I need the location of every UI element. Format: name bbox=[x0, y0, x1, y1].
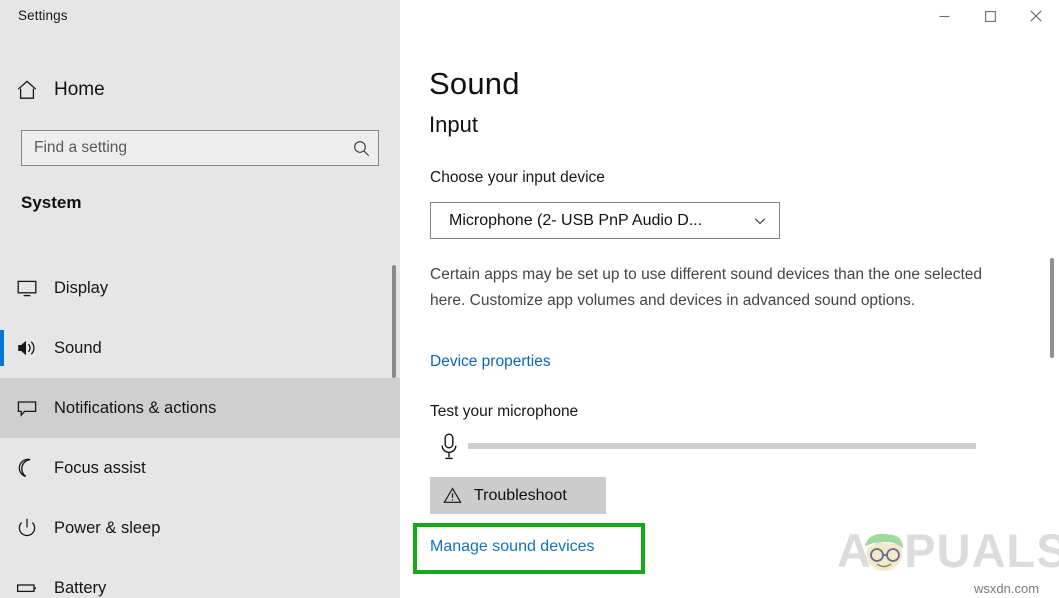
titlebar-buttons bbox=[921, 0, 1059, 32]
sidebar-item-home[interactable]: Home bbox=[0, 70, 400, 110]
close-icon[interactable] bbox=[1013, 0, 1059, 32]
search-input[interactable] bbox=[22, 139, 344, 157]
selection-accent-bar bbox=[0, 450, 4, 486]
sidebar-item-display[interactable]: Display bbox=[0, 258, 400, 318]
manage-sound-devices-link[interactable]: Manage sound devices bbox=[430, 538, 595, 556]
sidebar: Settings Home System bbox=[0, 0, 400, 598]
selection-accent-bar bbox=[0, 510, 4, 546]
selection-accent-bar bbox=[0, 270, 4, 306]
sidebar-item-focus-assist-label: Focus assist bbox=[54, 459, 146, 478]
settings-window: Settings Home System bbox=[0, 0, 1059, 598]
page-title: Sound bbox=[429, 66, 520, 102]
sidebar-item-focus-assist[interactable]: Focus assist bbox=[0, 438, 400, 498]
app-title: Settings bbox=[18, 8, 68, 23]
input-device-description: Certain apps may be set up to use differ… bbox=[430, 262, 992, 314]
sidebar-nav-list: Display Sound bbox=[0, 258, 400, 598]
sidebar-item-notifications-and-actions[interactable]: Notifications & actions bbox=[0, 378, 400, 438]
selection-accent-bar bbox=[0, 330, 4, 366]
selection-accent-bar bbox=[0, 390, 4, 426]
sidebar-item-power-and-sleep[interactable]: Power & sleep bbox=[0, 498, 400, 558]
sidebar-item-sound[interactable]: Sound bbox=[0, 318, 400, 378]
monitor-icon bbox=[0, 276, 54, 300]
sidebar-item-notifications-and-actions-label: Notifications & actions bbox=[54, 399, 216, 418]
sidebar-item-display-label: Display bbox=[54, 279, 108, 298]
sidebar-item-sound-label: Sound bbox=[54, 339, 102, 358]
search-box[interactable] bbox=[21, 130, 379, 166]
input-device-label: Choose your input device bbox=[430, 169, 605, 187]
sidebar-item-battery[interactable]: Battery bbox=[0, 558, 400, 598]
sidebar-item-power-and-sleep-label: Power & sleep bbox=[54, 519, 160, 538]
battery-icon bbox=[0, 576, 54, 598]
sidebar-item-home-label: Home bbox=[54, 79, 105, 101]
input-device-select[interactable]: Microphone (2- USB PnP Audio D... bbox=[430, 202, 780, 239]
microphone-icon bbox=[438, 432, 460, 462]
chevron-down-icon bbox=[741, 213, 779, 229]
moon-icon bbox=[0, 456, 54, 480]
power-icon bbox=[0, 516, 54, 540]
content-scrollbar-thumb[interactable] bbox=[1050, 258, 1054, 358]
home-icon bbox=[0, 78, 54, 102]
search-icon[interactable] bbox=[344, 131, 378, 165]
troubleshoot-button[interactable]: Troubleshoot bbox=[430, 477, 606, 514]
microphone-level-meter bbox=[468, 443, 976, 449]
device-properties-link[interactable]: Device properties bbox=[430, 353, 551, 371]
maximize-icon[interactable] bbox=[967, 0, 1013, 32]
main-content: Sound Input Choose your input device Mic… bbox=[400, 0, 1059, 598]
troubleshoot-button-label: Troubleshoot bbox=[474, 487, 567, 505]
sidebar-group-title: System bbox=[21, 193, 81, 213]
sidebar-scrollbar-thumb[interactable] bbox=[392, 265, 396, 378]
minimize-icon[interactable] bbox=[921, 0, 967, 32]
selection-accent-bar bbox=[0, 570, 4, 598]
warning-triangle-icon bbox=[430, 486, 474, 505]
sidebar-item-battery-label: Battery bbox=[54, 579, 106, 598]
speech-bubble-icon bbox=[0, 396, 54, 420]
section-title-input: Input bbox=[429, 112, 478, 138]
speaker-icon bbox=[0, 336, 54, 360]
input-device-select-value: Microphone (2- USB PnP Audio D... bbox=[431, 212, 741, 230]
test-microphone-label: Test your microphone bbox=[430, 403, 578, 421]
